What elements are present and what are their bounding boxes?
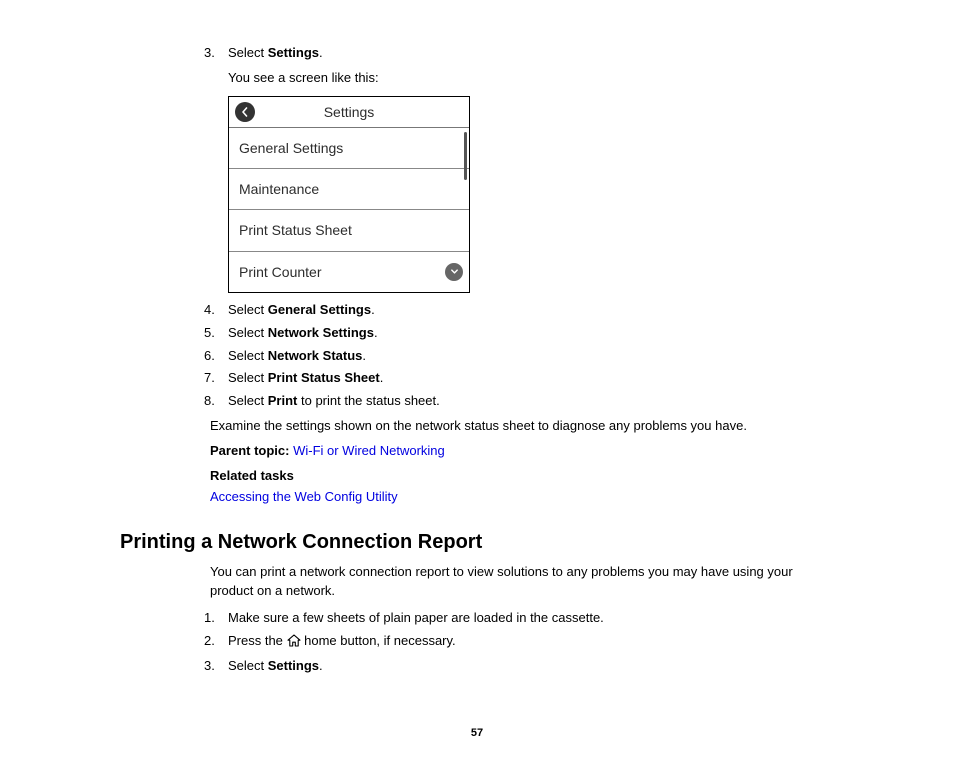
step-text: Select Network Settings. xyxy=(228,325,378,340)
related-tasks-label: Related tasks xyxy=(210,467,834,486)
step-5: 5. Select Network Settings. xyxy=(210,324,834,343)
menu-item-general-settings: General Settings xyxy=(229,128,469,169)
home-icon xyxy=(287,634,301,653)
step-number: 3. xyxy=(204,44,215,63)
step-number: 6. xyxy=(204,347,215,366)
step-number: 7. xyxy=(204,369,215,388)
step-number: 2. xyxy=(204,632,215,651)
step-number: 4. xyxy=(204,301,215,320)
step-3: 3. Select Settings. You see a screen lik… xyxy=(210,44,834,293)
step-7: 7. Select Print Status Sheet. xyxy=(210,369,834,388)
step-subtext: You see a screen like this: xyxy=(228,69,834,88)
related-task-link[interactable]: Accessing the Web Config Utility xyxy=(210,488,834,507)
back-icon xyxy=(235,102,255,122)
step-number: 5. xyxy=(204,324,215,343)
step-text: Press the home button, if necessary. xyxy=(228,633,456,648)
step-text: Select Network Status. xyxy=(228,348,366,363)
menu-item-print-status-sheet: Print Status Sheet xyxy=(229,210,469,251)
step-8: 8. Select Print to print the status shee… xyxy=(210,392,834,411)
step-4: 4. Select General Settings. xyxy=(210,301,834,320)
settings-screenshot: Settings General Settings Maintenance Pr… xyxy=(228,96,470,293)
menu-item-maintenance: Maintenance xyxy=(229,169,469,210)
step-text: Select Print Status Sheet. xyxy=(228,370,383,385)
step-b3: 3. Select Settings. xyxy=(210,657,834,676)
examine-text: Examine the settings shown on the networ… xyxy=(210,417,834,436)
step-text: Select General Settings. xyxy=(228,302,375,317)
parent-topic: Parent topic: Wi-Fi or Wired Networking xyxy=(210,442,834,461)
section-intro: You can print a network connection repor… xyxy=(210,563,834,601)
page-number: 57 xyxy=(120,726,834,742)
parent-topic-link[interactable]: Wi-Fi or Wired Networking xyxy=(293,443,445,458)
step-number: 3. xyxy=(204,657,215,676)
step-number: 1. xyxy=(204,609,215,628)
step-text: Select Settings. xyxy=(228,45,323,60)
parent-topic-label: Parent topic: xyxy=(210,443,293,458)
chevron-down-icon xyxy=(445,263,463,281)
step-text: Make sure a few sheets of plain paper ar… xyxy=(228,610,604,625)
step-b1: 1. Make sure a few sheets of plain paper… xyxy=(210,609,834,628)
screenshot-title: Settings xyxy=(324,102,375,122)
step-text: Select Print to print the status sheet. xyxy=(228,393,440,408)
menu-item-print-counter: Print Counter xyxy=(229,252,469,292)
step-number: 8. xyxy=(204,392,215,411)
step-b2: 2. Press the home button, if necessary. xyxy=(210,632,834,653)
section-heading: Printing a Network Connection Report xyxy=(120,528,834,557)
step-6: 6. Select Network Status. xyxy=(210,347,834,366)
screenshot-titlebar: Settings xyxy=(229,97,469,128)
step-text: Select Settings. xyxy=(228,658,323,673)
